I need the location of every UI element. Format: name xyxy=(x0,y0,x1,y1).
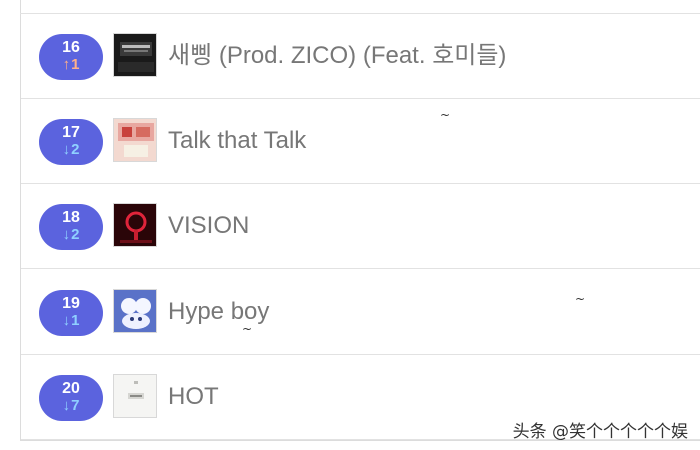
song-title[interactable]: Hype boy xyxy=(168,297,269,327)
rank-number: 20 xyxy=(62,380,80,397)
rank-change: ↓1 xyxy=(39,312,103,330)
rank-change-value: 7 xyxy=(71,397,80,414)
album-cover[interactable] xyxy=(113,203,157,247)
chart-row[interactable]: 19 ↓1 Hype boy xyxy=(21,270,700,355)
rank-change-value: 1 xyxy=(71,56,80,73)
down-arrow-icon: ↓ xyxy=(62,312,71,329)
squiggle-mark-icon: ~ xyxy=(440,108,451,122)
rank-change-value: 1 xyxy=(71,312,80,329)
rank-badge: 16 ↑1 xyxy=(39,34,103,80)
squiggle-mark-icon: ~ xyxy=(242,322,253,336)
album-cover[interactable] xyxy=(113,118,157,162)
rank-change: ↑1 xyxy=(39,56,103,74)
album-cover-vision-icon xyxy=(114,204,156,246)
album-cover[interactable] xyxy=(113,33,157,77)
song-title[interactable]: Talk that Talk xyxy=(168,126,306,156)
album-cover-hype-boy-icon xyxy=(114,290,156,332)
rank-change: ↓2 xyxy=(39,141,103,159)
rank-number: 19 xyxy=(62,295,80,312)
rank-change-value: 2 xyxy=(71,226,80,243)
album-cover-hot-icon xyxy=(114,375,156,417)
rank-badge: 20 ↓7 xyxy=(39,375,103,421)
album-cover[interactable] xyxy=(113,289,157,333)
rank-badge: 18 ↓2 xyxy=(39,204,103,250)
song-title[interactable]: 새삥 (Prod. ZICO) (Feat. 호미들) xyxy=(168,41,506,71)
song-title[interactable]: HOT xyxy=(168,382,219,412)
chart-row[interactable]: 16 ↑1 새삥 (Prod. ZICO) (Feat. 호미들) xyxy=(21,14,700,99)
chart-row[interactable]: 18 ↓2 VISION xyxy=(21,184,700,269)
up-arrow-icon: ↑ xyxy=(62,56,71,73)
rank-number: 16 xyxy=(62,39,80,56)
rank-badge: 17 ↓2 xyxy=(39,119,103,165)
album-cover[interactable] xyxy=(113,374,157,418)
squiggle-mark-icon: ~ xyxy=(575,292,586,306)
rank-number: 18 xyxy=(62,209,80,226)
rank-number: 17 xyxy=(62,124,80,141)
rank-change: ↓7 xyxy=(39,397,103,415)
rank-badge: 19 ↓1 xyxy=(39,290,103,336)
rank-change: ↓2 xyxy=(39,226,103,244)
song-title[interactable]: VISION xyxy=(168,211,249,241)
watermark-text: 头条 @笑个个个个个娱 xyxy=(512,422,688,442)
down-arrow-icon: ↓ xyxy=(62,397,71,414)
down-arrow-icon: ↓ xyxy=(62,226,71,243)
down-arrow-icon: ↓ xyxy=(62,141,71,158)
rank-change-value: 2 xyxy=(71,141,80,158)
album-cover-seesaw-icon xyxy=(114,34,156,76)
chart-row[interactable]: 17 ↓2 Talk that Talk xyxy=(21,99,700,184)
album-cover-talk-that-talk-icon xyxy=(114,119,156,161)
